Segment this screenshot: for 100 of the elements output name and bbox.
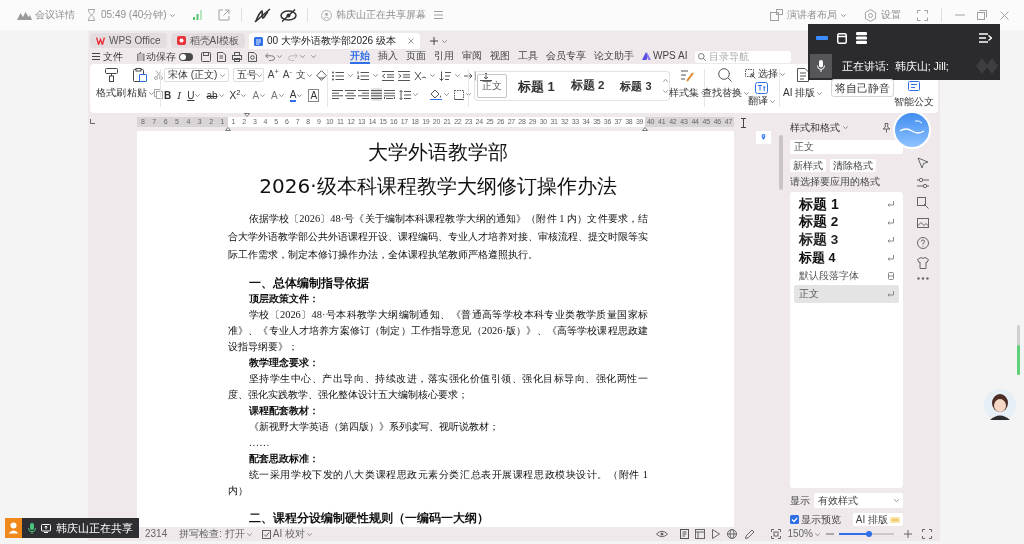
document-export-icon[interactable] xyxy=(217,51,226,62)
text-effect-button[interactable]: A xyxy=(252,89,266,101)
stack-icon[interactable] xyxy=(856,32,867,44)
share-window-icon[interactable] xyxy=(217,9,230,21)
new-style-button[interactable]: 新样式 xyxy=(790,159,826,172)
page-view-icon[interactable] xyxy=(680,529,690,539)
floating-orb-icon[interactable] xyxy=(893,111,931,149)
eraser-icon[interactable] xyxy=(316,69,327,81)
cursor-select-icon[interactable] xyxy=(916,157,929,169)
print-icon[interactable] xyxy=(232,51,242,62)
style-list-item[interactable]: 默认段落字体 xyxy=(794,267,899,285)
align-center-button[interactable] xyxy=(345,88,356,101)
sliders-icon[interactable] xyxy=(916,177,929,189)
spacing-arrows-icon[interactable] xyxy=(480,70,492,81)
bullet-list-icon[interactable] xyxy=(332,70,344,81)
border-icon[interactable] xyxy=(454,89,464,100)
increase-indent-icon[interactable] xyxy=(398,70,410,81)
official-document-button[interactable]: 智能公文 xyxy=(894,81,934,107)
phonetic-guide-button[interactable]: 文 xyxy=(296,70,312,80)
web-layout-icon[interactable] xyxy=(695,529,706,539)
style-list-item[interactable]: 标题 2 xyxy=(794,213,899,231)
fullscreen-icon[interactable] xyxy=(917,9,928,21)
grow-font-button[interactable]: A$^{+}$ xyxy=(267,70,279,80)
style-filter-dropdown[interactable]: 有效样式 xyxy=(814,493,903,508)
font-color-button[interactable]: A xyxy=(289,88,303,102)
character-border-button[interactable]: A xyxy=(308,88,320,102)
preview-checkbox[interactable] xyxy=(790,515,799,524)
numbered-list-icon[interactable] xyxy=(357,70,369,81)
user-icon[interactable] xyxy=(5,518,22,538)
ribbon-tab[interactable]: 视图 xyxy=(490,49,510,64)
align-left-button[interactable] xyxy=(332,88,343,101)
scroll-down-icon[interactable] xyxy=(662,90,668,93)
zoom-level-button[interactable]: 150% xyxy=(787,529,820,539)
clear-format-button[interactable]: 清除格式 xyxy=(830,159,876,172)
decrease-indent-icon[interactable] xyxy=(382,70,394,81)
shape-edit-icon[interactable] xyxy=(916,197,929,209)
ribbon-tab[interactable]: 审阅 xyxy=(462,49,482,64)
style-name-field[interactable]: 正文 xyxy=(790,140,903,154)
more-icon[interactable] xyxy=(916,277,929,280)
save-icon[interactable] xyxy=(201,51,211,62)
play-icon[interactable] xyxy=(712,529,721,539)
autosave-toggle[interactable] xyxy=(179,52,193,61)
style-preset[interactable]: 标题 1 xyxy=(513,74,560,98)
globe-icon[interactable] xyxy=(727,529,738,539)
pen-icon[interactable] xyxy=(745,529,756,539)
ai-layout-button[interactable]: AI 排版 xyxy=(783,68,823,98)
find-replace-button[interactable]: 查找替换 xyxy=(701,68,749,98)
style-preset[interactable]: 标题 3 xyxy=(615,74,657,98)
close-icon[interactable] xyxy=(407,38,414,44)
microphone-icon[interactable] xyxy=(28,522,36,534)
fullscreen-icon[interactable] xyxy=(922,529,932,539)
location-pin-icon[interactable] xyxy=(755,131,771,144)
paint-bucket-icon[interactable] xyxy=(430,89,442,100)
font-size-dropdown[interactable]: 五号 xyxy=(232,68,264,82)
app-tab[interactable]: WPS Office xyxy=(90,33,167,48)
screen-share-icon[interactable] xyxy=(41,523,51,533)
app-tab[interactable]: 稻壳AI模板 xyxy=(170,33,245,48)
help-icon[interactable] xyxy=(916,237,929,249)
scroll-up-icon[interactable] xyxy=(662,79,668,82)
zoom-in-icon[interactable] xyxy=(904,530,912,538)
x-wave-icon[interactable] xyxy=(414,70,426,81)
highlight-button[interactable]: A xyxy=(271,89,284,101)
document-search-icon[interactable] xyxy=(248,51,257,62)
spell-check-button[interactable]: 拼写检查: 打开 xyxy=(179,529,252,539)
align-right-button[interactable] xyxy=(358,88,369,101)
line-spacing-icon[interactable] xyxy=(399,89,411,100)
pin-icon[interactable] xyxy=(882,122,891,133)
paste-button[interactable]: 粘贴 xyxy=(128,68,152,98)
scribble-slash-icon[interactable] xyxy=(253,7,271,23)
ai-proofread-button[interactable]: AI 校对 xyxy=(261,529,313,539)
slider-thumb[interactable] xyxy=(866,531,873,537)
collapse-icon[interactable] xyxy=(979,33,992,43)
tab-stop-icon[interactable] xyxy=(90,119,95,124)
ribbon-tab[interactable]: 引用 xyxy=(434,49,454,64)
select-button[interactable]: 选择 xyxy=(745,69,785,79)
superscript-button[interactable]: X$^{2}$ xyxy=(229,89,247,101)
eye-slash-icon[interactable] xyxy=(279,8,297,22)
underline-button[interactable]: U xyxy=(187,89,201,101)
undo-icon[interactable] xyxy=(265,52,275,61)
align-justify-button[interactable] xyxy=(371,88,382,101)
app-tab[interactable]: 00 大学外语教学部2026 级本 xyxy=(248,33,420,49)
ribbon-tab[interactable]: WPS AI xyxy=(642,49,688,64)
style-preset[interactable]: 标题 2 xyxy=(565,74,610,98)
style-list-item[interactable]: 标题 4 xyxy=(794,249,899,267)
image-icon[interactable] xyxy=(916,217,929,229)
mute-button[interactable] xyxy=(810,54,832,78)
ribbon-tab[interactable]: 会员专享 xyxy=(546,49,586,64)
plus-icon[interactable] xyxy=(429,37,438,45)
ribbon-tab[interactable]: 论文助手 xyxy=(594,49,634,64)
avatar-icon[interactable] xyxy=(984,389,1016,421)
shirt-icon[interactable] xyxy=(916,257,929,269)
ribbon-tab[interactable]: 页面 xyxy=(406,49,426,64)
sort-icon[interactable] xyxy=(439,70,451,81)
style-list-item[interactable]: 正文 xyxy=(794,285,899,303)
bold-button[interactable]: B xyxy=(164,89,172,101)
window-icon[interactable] xyxy=(837,32,847,44)
style-list-item[interactable]: 标题 3 xyxy=(794,231,899,249)
style-preset[interactable]: 正文 xyxy=(477,74,507,98)
restore-icon[interactable] xyxy=(977,10,987,20)
font-name-dropdown[interactable]: 宋体 (正文) xyxy=(164,68,229,82)
